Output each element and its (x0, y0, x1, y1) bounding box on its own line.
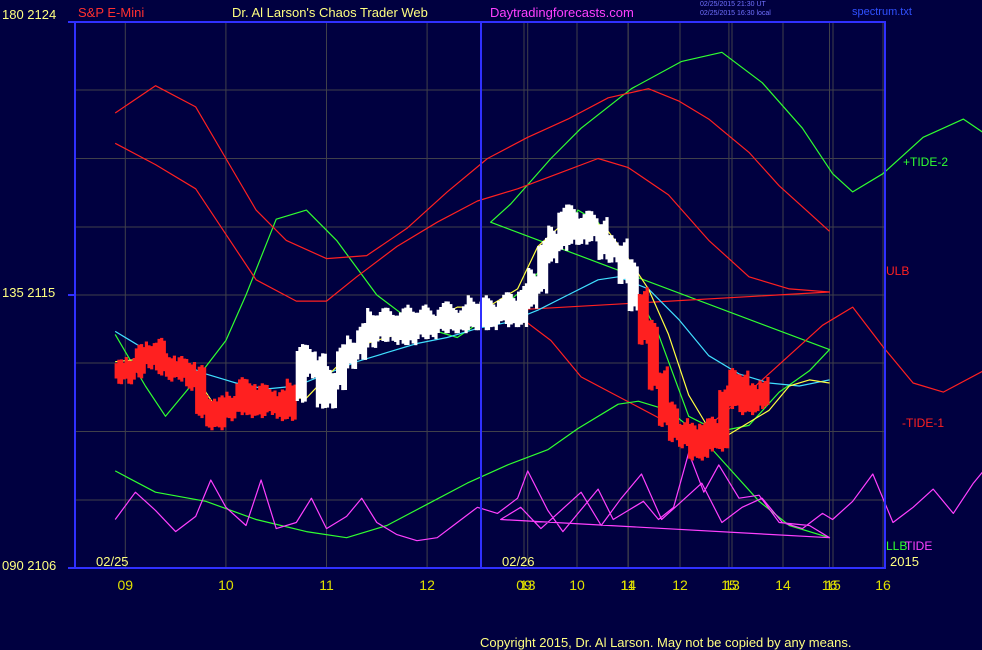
price-chart: 09 10 11 12 13 14 15 1609 10 11 12 13 14 15 16 (68, 21, 982, 593)
x-tick-label: 09 (516, 577, 532, 593)
x-tick-label: 10 (218, 577, 234, 593)
site-url[interactable]: Daytradingforecasts.com (490, 6, 634, 20)
site-title: Dr. Al Larson's Chaos Trader Web (232, 5, 428, 20)
x-tick-label: 15 (825, 577, 841, 593)
legend-plus-tide-2: +TIDE-2 (903, 155, 949, 169)
x-tick-label: 12 (672, 577, 688, 593)
series-tide (114, 452, 982, 542)
legend-minus-tide-1: -TIDE-1 (902, 416, 944, 430)
legend-ulb: ULB (886, 264, 910, 278)
y-tick-bottom: 090 2106 (2, 558, 57, 573)
price-bar (766, 377, 770, 405)
x-tick-label: 12 (419, 577, 435, 593)
x-tick-label: 11 (319, 577, 334, 593)
series-cyan-ma (114, 276, 830, 390)
x-tick-label: 09 (118, 577, 134, 593)
date-label-right: 02/26 (502, 554, 535, 569)
timestamp-ut: 02/25/2015 21:30 UT (700, 1, 766, 8)
y-tick-top: 180 2124 (2, 7, 57, 22)
date-label-left: 02/25 (96, 554, 129, 569)
chart-lines (114, 51, 982, 542)
timestamp-local: 02/25/2015 16:30 local (700, 10, 771, 17)
file-name: spectrum.txt (852, 6, 912, 18)
x-tick-label: 13 (724, 577, 740, 593)
chart-window: 09 10 11 12 13 14 15 16 09 10 11 12 13 14 15 16 S&P E-M… (0, 0, 982, 650)
instrument-label: S&P E-Mini (78, 5, 145, 20)
x-tick-label: 11 (621, 577, 636, 593)
x-axis-tick-labels: 09 10 11 12 13 14 15 1609 10 11 12 13 14 15 16 (118, 577, 891, 593)
year-label: 2015 (890, 554, 919, 569)
legend-tide: TIDE (905, 539, 933, 553)
y-tick-mid: 135 2115 (2, 285, 56, 300)
x-tick-label: 10 (569, 577, 585, 593)
series-ulb (114, 85, 830, 260)
x-tick-label: 16 (875, 577, 891, 593)
x-tick-label: 14 (775, 577, 791, 593)
copyright-notice: Copyright 2015, Dr. Al Larson. May not b… (480, 635, 852, 650)
